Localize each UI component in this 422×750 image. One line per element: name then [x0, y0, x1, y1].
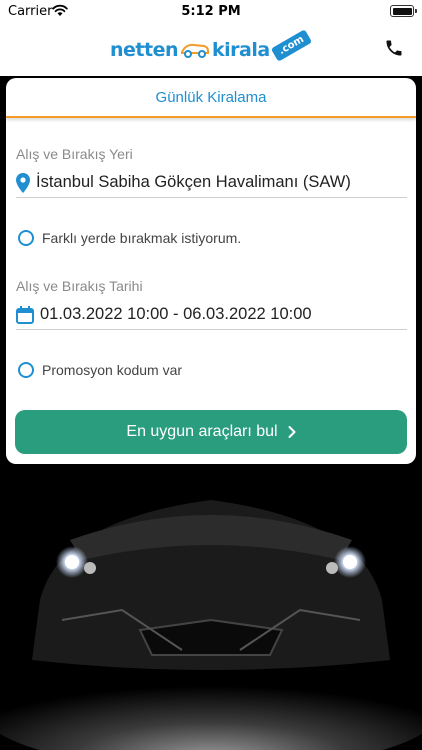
app-header: netten kirala .com — [0, 24, 422, 76]
booking-card: Günlük Kiralama Alış ve Bırakış Yeri İst… — [6, 78, 416, 464]
battery-icon — [390, 5, 417, 17]
chevron-right-icon — [288, 426, 296, 438]
phone-button[interactable] — [382, 36, 406, 60]
different-return-label: Farklı yerde bırakmak istiyorum. — [42, 230, 242, 246]
location-field[interactable]: İstanbul Sabiha Gökçen Havalimanı (SAW) — [16, 168, 407, 198]
date-value: 01.03.2022 10:00 - 06.03.2022 10:00 — [40, 305, 312, 323]
clock: 5:12 PM — [181, 4, 241, 19]
status-bar: Carrier 5:12 PM — [0, 0, 422, 24]
car-background-image — [0, 460, 422, 750]
car-key-icon — [181, 43, 209, 58]
tab-title: Günlük Kiralama — [155, 88, 267, 106]
find-cars-button-label: En uygun araçları bul — [126, 423, 278, 440]
location-value: İstanbul Sabiha Gökçen Havalimanı (SAW) — [36, 173, 351, 191]
logo-text-netten: netten — [110, 39, 179, 61]
date-label: Alış ve Bırakış Tarihi — [16, 278, 143, 294]
date-field[interactable]: 01.03.2022 10:00 - 06.03.2022 10:00 — [16, 300, 407, 330]
calendar-icon — [16, 305, 34, 324]
promo-option[interactable]: Promosyon kodum var — [18, 362, 182, 378]
logo-text-kirala: kirala — [212, 39, 270, 61]
promo-radio[interactable] — [18, 362, 34, 378]
tab-daily-rental[interactable]: Günlük Kiralama — [6, 78, 416, 118]
different-return-option[interactable]: Farklı yerde bırakmak istiyorum. — [18, 230, 241, 246]
logo-tag: .com — [270, 28, 312, 62]
brand-logo: netten kirala .com — [110, 28, 314, 68]
promo-label: Promosyon kodum var — [42, 362, 183, 378]
map-pin-icon — [16, 172, 30, 193]
location-label: Alış ve Bırakış Yeri — [16, 146, 133, 162]
find-cars-button[interactable]: En uygun araçları bul — [15, 410, 407, 454]
phone-icon — [386, 40, 402, 56]
different-return-radio[interactable] — [18, 230, 34, 246]
